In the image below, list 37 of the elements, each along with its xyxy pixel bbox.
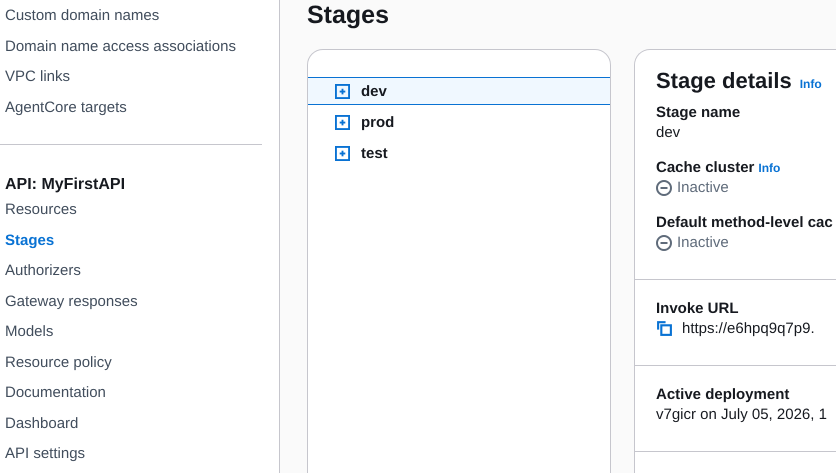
nav-link[interactable]: Models — [0, 317, 279, 348]
nav-link[interactable]: Stages — [0, 226, 279, 256]
field-label: Default method-level cac — [656, 214, 833, 231]
status-text: Inactive — [677, 234, 729, 251]
expand-icon[interactable] — [335, 84, 350, 98]
nav-link[interactable]: Authorizers — [0, 256, 279, 286]
status-inactive-icon — [656, 180, 672, 196]
nav-link[interactable]: Custom domain names — [0, 1, 279, 32]
tree-item[interactable]: prod — [308, 108, 610, 136]
nav-link[interactable]: Dashboard — [0, 408, 279, 439]
page-title: Stages — [307, 0, 390, 31]
card-title: Stage details — [656, 68, 792, 94]
info-link[interactable]: Info — [758, 161, 780, 175]
field-label: Invoke URL — [656, 300, 739, 317]
section-title: API: MyFirstAPI — [4, 175, 126, 195]
field-label: Cache cluster — [656, 159, 754, 176]
nav-link[interactable]: Documentation — [0, 378, 279, 408]
tree-item[interactable]: dev — [308, 77, 610, 105]
field-value: dev — [656, 124, 680, 141]
nav-link[interactable]: VPC links — [0, 62, 279, 92]
nav-link[interactable]: AgentCore targets — [0, 92, 279, 123]
copy-icon[interactable] — [656, 320, 673, 337]
url-text: https://e6hpq9q7p9. — [682, 320, 815, 337]
nav-link[interactable]: Resource policy — [0, 348, 279, 378]
field-label: Stage name — [656, 104, 740, 121]
expand-icon[interactable] — [335, 114, 350, 130]
nav-link[interactable]: Domain name access associations — [0, 32, 279, 62]
status-text: Inactive — [677, 179, 729, 196]
field-value: v7gicr on July 05, 2026, 1 — [656, 406, 827, 423]
expand-icon[interactable] — [335, 146, 350, 160]
status-inactive-icon — [656, 234, 672, 250]
nav-link[interactable]: Resources — [0, 195, 279, 226]
tree-item[interactable]: test — [308, 139, 610, 167]
field-label: Active deployment — [656, 386, 790, 403]
nav-link[interactable]: Gateway responses — [0, 286, 279, 317]
nav-link[interactable]: API settings — [0, 439, 279, 470]
info-link[interactable]: Info — [800, 77, 822, 91]
